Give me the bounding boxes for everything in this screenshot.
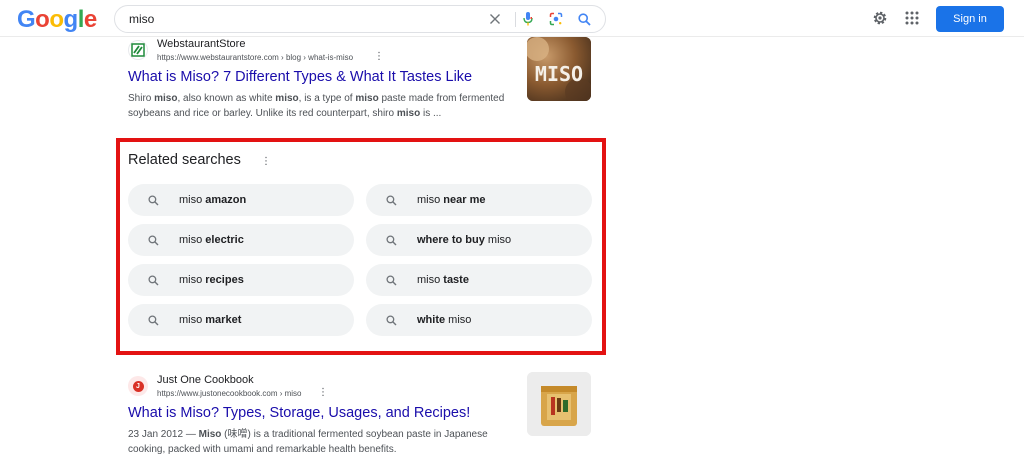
related-search-label: where to buy miso bbox=[417, 234, 511, 246]
search-icon[interactable] bbox=[576, 11, 592, 27]
search-icon bbox=[147, 194, 159, 206]
related-search-label: miso electric bbox=[179, 234, 244, 246]
site-name: Just One Cookbook bbox=[157, 374, 254, 386]
chip-text: miso bbox=[417, 194, 444, 206]
chip-bold-text: market bbox=[205, 314, 242, 326]
snippet-bold-text: miso bbox=[154, 93, 178, 104]
chip-bold-text: recipes bbox=[205, 274, 244, 286]
chip-bold-text: electric bbox=[205, 234, 244, 246]
snippet-text: , also known as white bbox=[177, 93, 276, 104]
chip-text: miso bbox=[179, 194, 206, 206]
chip-text: miso bbox=[179, 234, 206, 246]
snippet-text: , is a type of bbox=[298, 93, 356, 104]
related-search-chip[interactable]: miso electric bbox=[128, 224, 354, 256]
site-url: https://www.webstaurantstore.com › blog … bbox=[157, 53, 354, 62]
chip-bold-text: taste bbox=[443, 274, 469, 286]
related-search-label: miso amazon bbox=[179, 194, 246, 206]
search-icon bbox=[385, 194, 397, 206]
result-snippet: 23 Jan 2012 — Miso (味噌) is a traditional… bbox=[128, 427, 513, 457]
justonecookbook-favicon-icon: J bbox=[128, 376, 148, 396]
microphone-icon[interactable] bbox=[520, 11, 536, 27]
top-bar: Google miso Sign in bbox=[0, 0, 1024, 37]
related-search-chip[interactable]: miso amazon bbox=[128, 184, 354, 216]
gear-icon[interactable] bbox=[872, 10, 888, 26]
more-options-icon[interactable]: ⋮ bbox=[261, 156, 271, 167]
search-icon bbox=[385, 274, 397, 286]
sign-in-button[interactable]: Sign in bbox=[936, 6, 1004, 32]
related-search-chip[interactable]: miso taste bbox=[366, 264, 592, 296]
related-search-label: miso recipes bbox=[179, 274, 244, 286]
snippet-bold-text: miso bbox=[275, 93, 299, 104]
search-input[interactable] bbox=[129, 6, 469, 32]
logo-letter: o bbox=[35, 6, 50, 33]
snippet-text: Shiro bbox=[128, 93, 155, 104]
snippet-text: 23 Jan 2012 — bbox=[128, 429, 199, 440]
snippet-bold-text: Miso bbox=[198, 429, 222, 440]
chip-bold-text: where to buy bbox=[417, 234, 485, 246]
google-logo[interactable]: Google bbox=[17, 6, 97, 34]
thumbnail-text: MISO bbox=[535, 62, 583, 86]
logo-letter: g bbox=[63, 6, 79, 33]
related-search-label: white miso bbox=[417, 314, 471, 326]
search-box[interactable] bbox=[114, 5, 606, 33]
related-search-chip[interactable]: white miso bbox=[366, 304, 592, 336]
webstaurantstore-favicon-icon bbox=[128, 40, 148, 60]
search-icon bbox=[147, 314, 159, 326]
favicon-letter: J bbox=[132, 380, 144, 392]
chip-text: miso bbox=[484, 234, 512, 246]
result-thumbnail[interactable]: MISO bbox=[527, 37, 591, 101]
chip-bold-text: amazon bbox=[205, 194, 247, 206]
logo-letter: o bbox=[49, 6, 64, 33]
chip-text: miso bbox=[179, 274, 206, 286]
snippet-bold-text: miso bbox=[355, 93, 379, 104]
logo-letter: e bbox=[83, 6, 97, 33]
logo-letter: G bbox=[17, 6, 36, 33]
chip-text: miso bbox=[445, 314, 472, 326]
related-search-label: miso taste bbox=[417, 274, 469, 286]
google-lens-icon[interactable] bbox=[548, 11, 564, 27]
search-divider bbox=[515, 12, 516, 27]
apps-grid-icon[interactable] bbox=[904, 10, 920, 26]
related-searches-panel: Related searches ⋮ miso amazon miso near … bbox=[116, 138, 606, 355]
related-search-label: miso market bbox=[179, 314, 241, 326]
site-name: WebstaurantStore bbox=[157, 38, 246, 50]
chip-bold-text: white bbox=[417, 314, 446, 326]
snippet-text: is ... bbox=[420, 108, 442, 119]
search-icon bbox=[385, 234, 397, 246]
related-search-chip[interactable]: miso market bbox=[128, 304, 354, 336]
related-search-chip[interactable]: miso recipes bbox=[128, 264, 354, 296]
result-thumbnail[interactable] bbox=[527, 372, 591, 436]
close-icon[interactable] bbox=[487, 11, 503, 27]
more-options-icon[interactable]: ⋮ bbox=[374, 52, 384, 62]
related-searches-title: Related searches bbox=[128, 152, 241, 168]
snippet-bold-text: miso bbox=[396, 108, 421, 119]
more-options-icon[interactable]: ⋮ bbox=[318, 388, 328, 398]
chip-text: miso bbox=[179, 314, 206, 326]
search-icon bbox=[385, 314, 397, 326]
related-search-chip[interactable]: where to buy miso bbox=[366, 224, 592, 256]
site-url: https://www.justonecookbook.com › miso bbox=[157, 389, 302, 398]
result-snippet: Shiro miso, also known as white miso, is… bbox=[128, 91, 513, 121]
chip-text: miso bbox=[417, 274, 444, 286]
chip-bold-text: near me bbox=[443, 194, 486, 206]
related-search-label: miso near me bbox=[417, 194, 485, 206]
related-search-chip[interactable]: miso near me bbox=[366, 184, 592, 216]
search-icon bbox=[147, 234, 159, 246]
search-icon bbox=[147, 274, 159, 286]
